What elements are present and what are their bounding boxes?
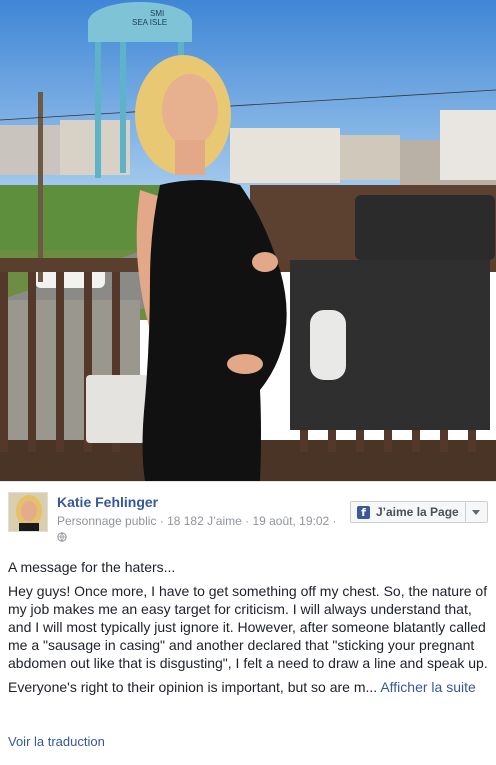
post-paragraph-3: Everyone's right to their opinion is imp… <box>8 678 488 696</box>
author-name-link[interactable]: Katie Fehlinger <box>57 494 158 510</box>
author-avatar[interactable] <box>8 492 48 532</box>
globe-icon[interactable] <box>57 532 67 542</box>
facebook-icon: f <box>357 505 370 519</box>
post-card: Katie Fehlinger Personnage public · 18 1… <box>0 481 496 765</box>
post-paragraph-1: A message for the haters... <box>8 559 176 575</box>
chevron-down-icon <box>472 509 481 515</box>
like-page-button[interactable]: f J’aime la Page <box>350 501 488 523</box>
like-page-main[interactable]: f J’aime la Page <box>351 502 466 522</box>
post-meta: Personnage public · 18 182 J’aime · 19 a… <box>57 514 337 528</box>
truncated-text: Everyone's right to their opinion is imp… <box>8 679 378 695</box>
water-tower-text-2: SEA ISLE <box>132 18 167 27</box>
author-avatar-image <box>9 493 47 531</box>
post-text: A message for the haters... Hey guys! On… <box>8 558 488 702</box>
post-header: Katie Fehlinger Personnage public · 18 1… <box>8 492 488 542</box>
see-translation-link[interactable]: Voir la traduction <box>8 734 105 749</box>
pregnant-woman-on-balcony-photo: SMI SEA ISLE <box>0 0 496 481</box>
like-options-dropdown[interactable] <box>466 502 487 522</box>
post-photo[interactable]: SMI SEA ISLE <box>0 0 496 481</box>
water-tower-text-1: SMI <box>150 9 164 18</box>
see-more-link[interactable]: Afficher la suite <box>380 679 475 695</box>
post-paragraph-2: Hey guys! Once more, I have to get somet… <box>8 583 488 671</box>
like-page-label: J’aime la Page <box>376 505 459 519</box>
